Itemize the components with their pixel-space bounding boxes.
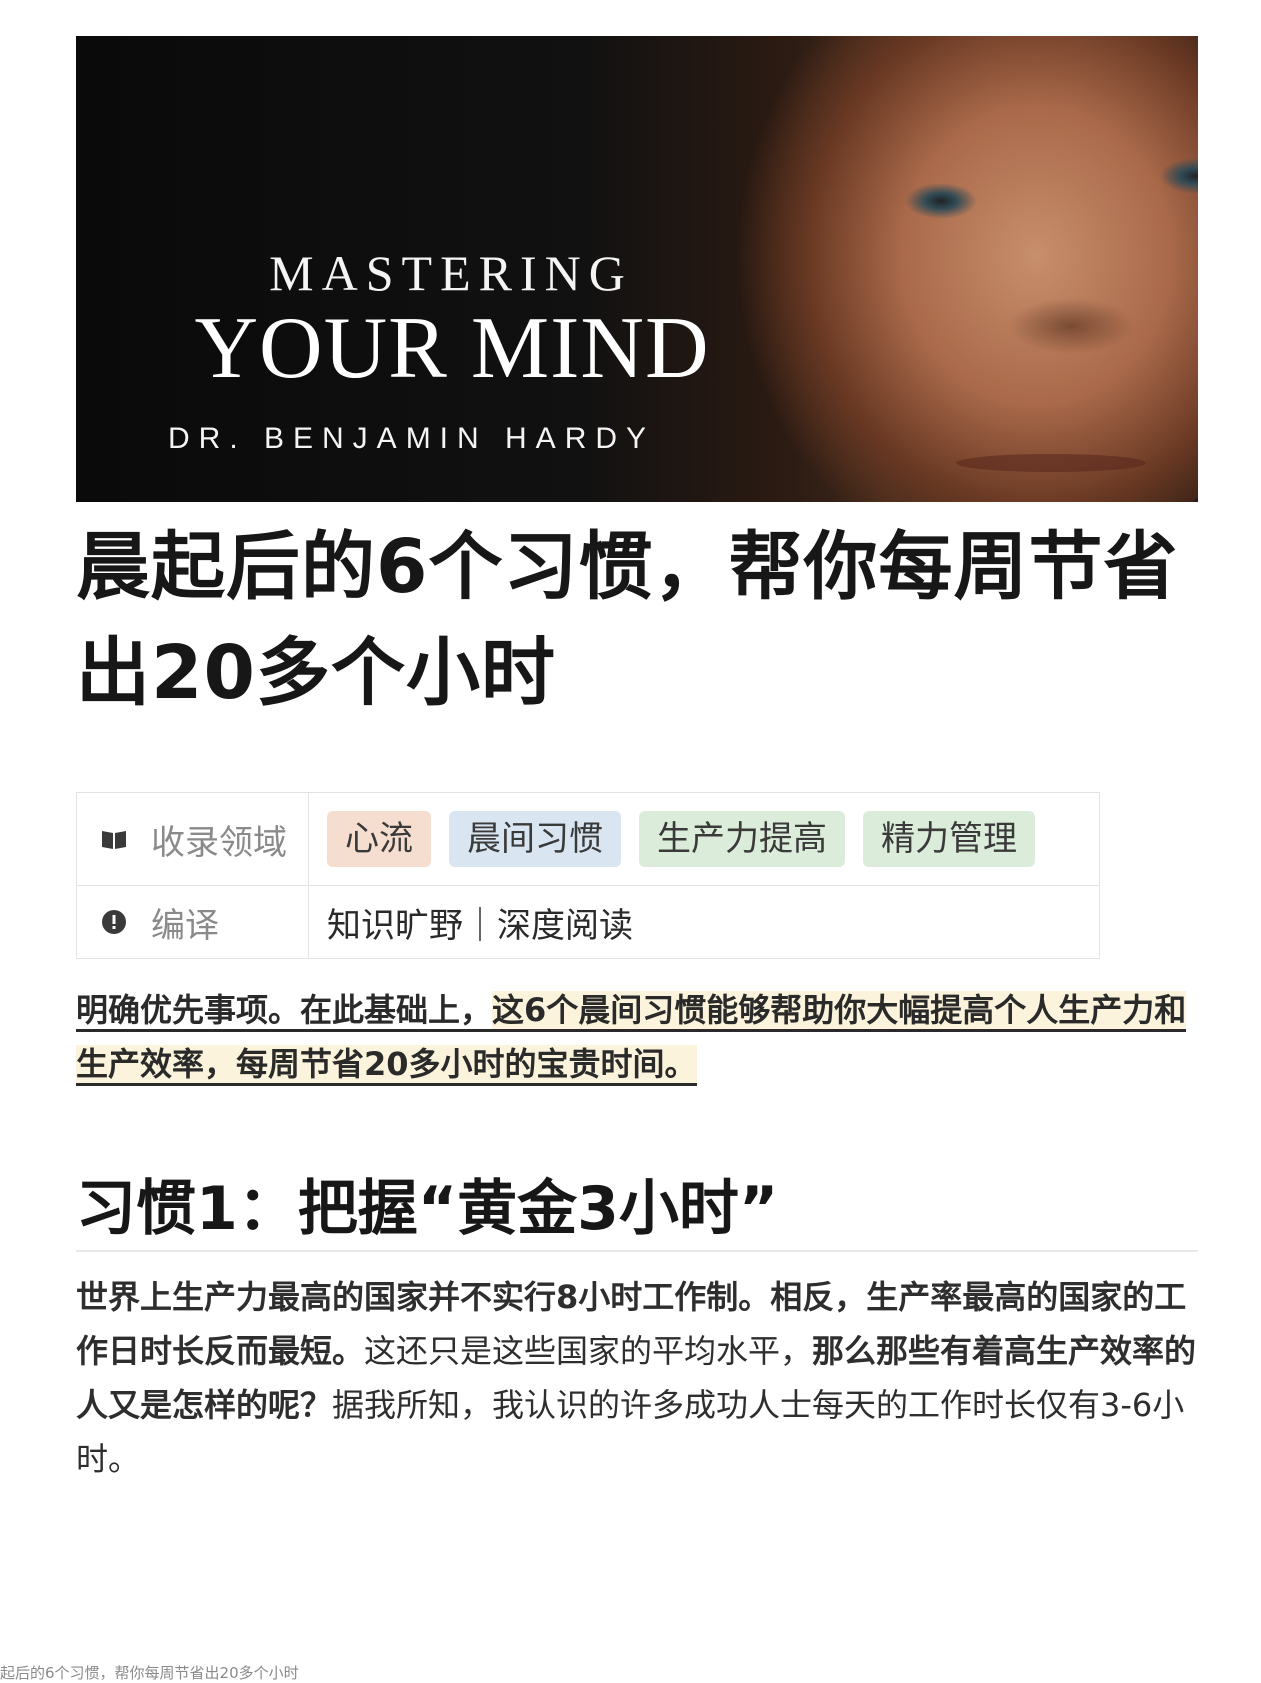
property-key-domain[interactable]: 收录领域 <box>77 793 309 885</box>
property-label-domain: 收录领域 <box>151 822 287 863</box>
book-icon <box>99 824 129 854</box>
page-title: 晨起后的6个习惯，帮你每周节省出20多个小时 <box>76 524 1179 716</box>
cover-title-line2: YOUR MIND <box>194 300 710 397</box>
body-paragraph: 世界上生产力最高的国家并不实行8小时工作制。相反，生产率最高的国家的工作日时长反… <box>76 1270 1202 1486</box>
heading-divider <box>76 1250 1198 1252</box>
property-value-tags[interactable]: 心流 晨间习惯 生产力提高 精力管理 <box>309 811 1099 867</box>
portrait-mouth <box>956 454 1146 472</box>
property-key-translate[interactable]: 编译 <box>77 886 309 958</box>
property-row-translate: 编译 知识旷野｜深度阅读 <box>77 886 1099 958</box>
property-value-translate[interactable]: 知识旷野｜深度阅读 <box>309 898 1099 947</box>
properties-table: 收录领域 心流 晨间习惯 生产力提高 精力管理 编译 知识旷野｜深度阅读 <box>76 792 1100 959</box>
info-icon <box>99 907 129 937</box>
tag-productivity[interactable]: 生产力提高 <box>639 811 845 867</box>
cover-title-line1: MASTERING <box>269 245 633 301</box>
body-text-1: 这还只是这些国家的平均水平， <box>364 1332 813 1370</box>
cover-image: MASTERING YOUR MIND DR. BENJAMIN HARDY <box>76 36 1198 502</box>
footer-caption: 起后的6个习惯，帮你每周节省出20多个小时 <box>0 1664 299 1682</box>
cover-author: DR. BENJAMIN HARDY <box>168 422 656 455</box>
property-row-domain: 收录领域 心流 晨间习惯 生产力提高 精力管理 <box>77 793 1099 886</box>
tag-flow[interactable]: 心流 <box>327 811 431 867</box>
intro-plain-text: 明确优先事项。在此基础上， <box>76 991 493 1032</box>
tag-morning-habits[interactable]: 晨间习惯 <box>449 811 621 867</box>
intro-paragraph: 明确优先事项。在此基础上，这6个晨间习惯能够帮助你大幅提高个人生产力和生产效率，… <box>76 983 1196 1091</box>
tag-energy-management[interactable]: 精力管理 <box>863 811 1035 867</box>
section-heading: 习惯1：把握“黄金3小时” <box>76 1174 779 1244</box>
property-label-translate: 编译 <box>151 905 219 946</box>
